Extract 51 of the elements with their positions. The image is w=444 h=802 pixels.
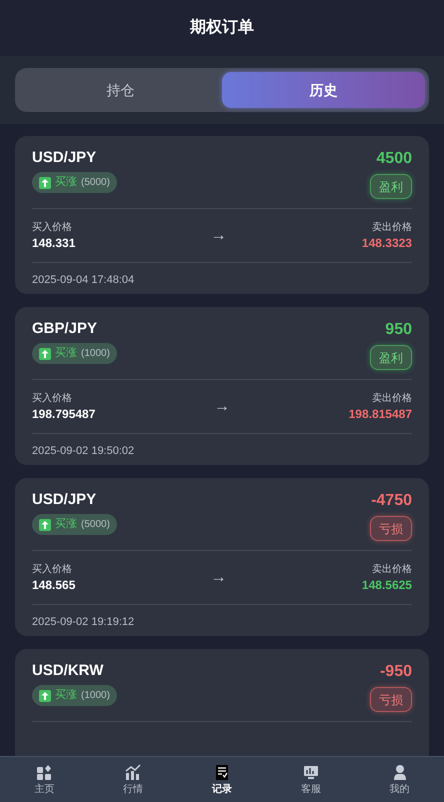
price-label: 买入价格 — [32, 563, 73, 576]
arrow-text: → — [210, 568, 227, 588]
order-time: 2025-09-02 19:19:12 — [32, 615, 136, 629]
currency-pair: USD/JPY — [32, 490, 96, 510]
up-arrow-icon — [39, 690, 51, 702]
page-title: 期权订单 — [190, 18, 254, 38]
result-badge: 盈利 — [370, 345, 412, 370]
nav-item[interactable]: 客服 — [266, 757, 356, 802]
result-badge: 亏损 — [370, 516, 412, 541]
direction-badge: 买涨 (5000) — [32, 172, 117, 193]
nav-item[interactable]: 记录 — [178, 757, 266, 802]
up-arrow-icon — [39, 518, 51, 530]
currency-pair: USD/JPY — [32, 148, 96, 168]
grid-icon — [36, 764, 52, 780]
profit-amount: -950 — [380, 662, 412, 682]
order-time: 2025-09-02 19:50:02 — [32, 444, 136, 458]
buy-price: 198.795487 — [32, 407, 96, 422]
price-label: 卖出价格 — [372, 221, 412, 234]
up-arrow-icon — [39, 176, 51, 188]
nav-item[interactable]: 主页 — [0, 757, 89, 802]
sell-price: 148.3323 — [362, 236, 412, 251]
order-time: 2025-09-04 17:48:04 — [32, 273, 136, 287]
tab[interactable]: 持仓 — [19, 72, 222, 108]
arrow-text: → — [214, 397, 230, 417]
direction-badge: 买涨 (5000) — [32, 514, 117, 535]
currency-pair: USD/KRW — [32, 661, 104, 681]
direction-badge: 买涨 (1000) — [32, 343, 117, 364]
document-icon — [214, 764, 230, 780]
result-badge: 盈利 — [370, 174, 412, 199]
price-label: 买入价格 — [32, 392, 73, 405]
nav-item[interactable]: 行情 — [88, 757, 178, 802]
up-arrow-icon — [39, 348, 51, 360]
price-label: 卖出价格 — [372, 563, 412, 576]
currency-pair: GBP/JPY — [32, 319, 98, 339]
sell-price: 198.815487 — [348, 407, 412, 422]
sell-price: 148.5625 — [362, 578, 412, 593]
profit-amount: 950 — [385, 320, 412, 340]
monitor-icon — [302, 764, 319, 780]
arrow-text: → — [210, 226, 227, 246]
tab[interactable]: 历史 — [222, 72, 425, 108]
price-label: 买入价格 — [32, 221, 73, 234]
person-icon — [392, 764, 408, 780]
nav-item[interactable]: 我的 — [355, 757, 444, 802]
result-badge: 亏损 — [370, 687, 412, 712]
bar-chart-icon — [125, 764, 142, 780]
profit-amount: -4750 — [371, 491, 412, 511]
price-label: 卖出价格 — [372, 392, 412, 405]
buy-price: 148.331 — [32, 236, 76, 251]
buy-price: 148.565 — [32, 578, 76, 593]
direction-badge: 买涨 (1000) — [32, 685, 117, 706]
profit-amount: 4500 — [376, 149, 412, 169]
